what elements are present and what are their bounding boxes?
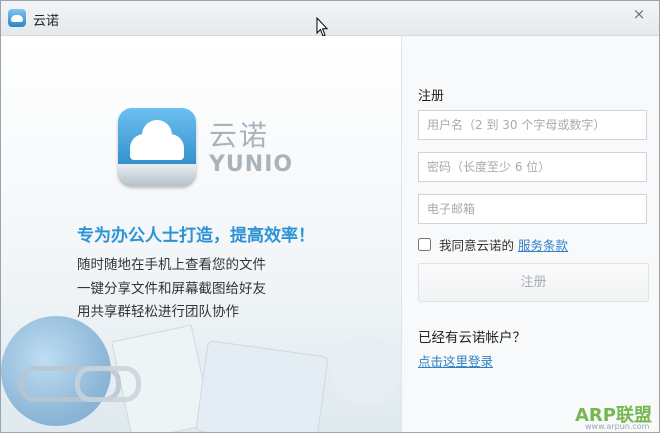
feature-item: 一键分享文件和屏幕截图给好友 — [77, 281, 266, 297]
folder-illustration — [195, 339, 329, 432]
yunio-logo-icon — [118, 108, 196, 186]
watermark-url: www.arpun.com — [585, 422, 650, 431]
promo-panel: 云诺 YUNIO 专为办公人士打造，提高效率！ 随时随地在手机上查看您的文件 一… — [1, 36, 401, 432]
slogan: 专为办公人士打造，提高效率！ — [77, 226, 315, 246]
window-title: 云诺 — [33, 14, 60, 29]
register-title: 注册 — [418, 89, 445, 104]
app-window: 云诺 × 云诺 YUNIO 专为办公人士打造，提高效率！ 随时随地在手机上查看您… — [0, 0, 660, 433]
register-button[interactable]: 注册 — [418, 263, 649, 302]
agree-terms-label: 我同意云诺的 — [439, 237, 515, 253]
have-account-prompt: 已经有云诺帐户？ — [418, 330, 526, 346]
app-cloud-icon — [8, 9, 26, 27]
password-input[interactable] — [418, 152, 647, 182]
brand-name-en: YUNIO — [209, 152, 294, 177]
link-chain-illustration — [75, 366, 141, 402]
register-panel: 注册 我同意云诺的 服务条款 注册 已经有云诺帐户？ 点击这里登录 — [402, 36, 659, 432]
terms-of-service-link[interactable]: 服务条款 — [518, 235, 568, 254]
agree-terms-row: 我同意云诺的 服务条款 — [418, 235, 568, 253]
feature-item: 随时随地在手机上查看您的文件 — [77, 257, 266, 273]
mouse-cursor-icon — [316, 17, 328, 37]
username-input[interactable] — [418, 110, 647, 140]
close-icon[interactable]: × — [629, 5, 649, 23]
login-link[interactable]: 点击这里登录 — [418, 351, 493, 370]
email-input[interactable] — [418, 194, 647, 224]
cloud-illustration — [331, 336, 401, 406]
brand-name-cn: 云诺 — [209, 119, 270, 152]
feature-item: 用共享群轻松进行团队协作 — [77, 304, 239, 320]
title-bar[interactable]: 云诺 × — [1, 1, 659, 37]
agree-terms-checkbox[interactable] — [418, 237, 431, 251]
